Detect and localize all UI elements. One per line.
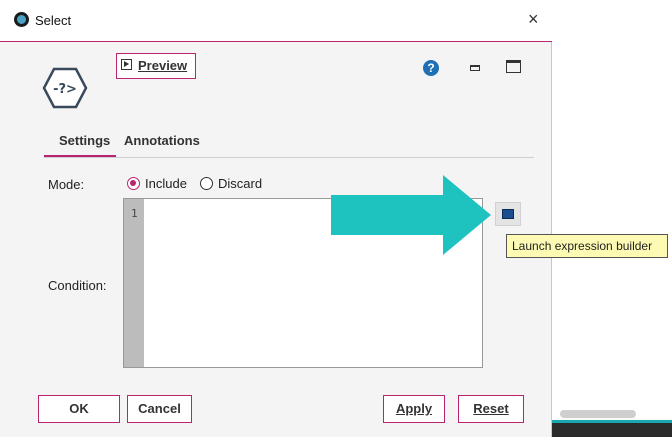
preview-button[interactable]: Preview [116,53,196,79]
close-icon[interactable]: × [528,10,539,28]
discard-radio-label[interactable]: Discard [218,176,262,191]
maximize-icon[interactable] [506,60,521,73]
minimize-icon[interactable] [470,65,480,71]
tab-settings[interactable]: Settings [59,133,110,148]
help-icon[interactable]: ? [423,60,439,76]
include-radio[interactable] [127,177,140,190]
play-icon [121,59,132,70]
condition-label: Condition: [48,278,107,293]
reset-button[interactable]: Reset [458,395,524,423]
title-bar: Select × [0,0,552,42]
ok-button[interactable]: OK [38,395,120,423]
apply-button[interactable]: Apply [383,395,445,423]
horizontal-scrollbar[interactable] [560,410,636,418]
svg-text:-?>: -?> [53,82,77,97]
select-node-icon: -?> [42,67,88,109]
preview-label: Preview [138,58,188,73]
pointer-arrow-icon [331,175,491,255]
mode-label: Mode: [48,177,85,192]
line-number: 1 [131,207,138,220]
tab-annotations[interactable]: Annotations [124,133,200,148]
tab-divider [44,157,534,158]
include-radio-label[interactable]: Include [145,176,187,191]
line-number-gutter: 1 [124,199,144,367]
app-icon [14,12,29,27]
background-window-strip [552,420,672,437]
discard-radio[interactable] [200,177,213,190]
cancel-button[interactable]: Cancel [127,395,192,423]
window-title: Select [35,13,72,28]
expression-builder-button[interactable] [495,202,521,226]
expression-builder-tooltip: Launch expression builder [506,234,668,258]
